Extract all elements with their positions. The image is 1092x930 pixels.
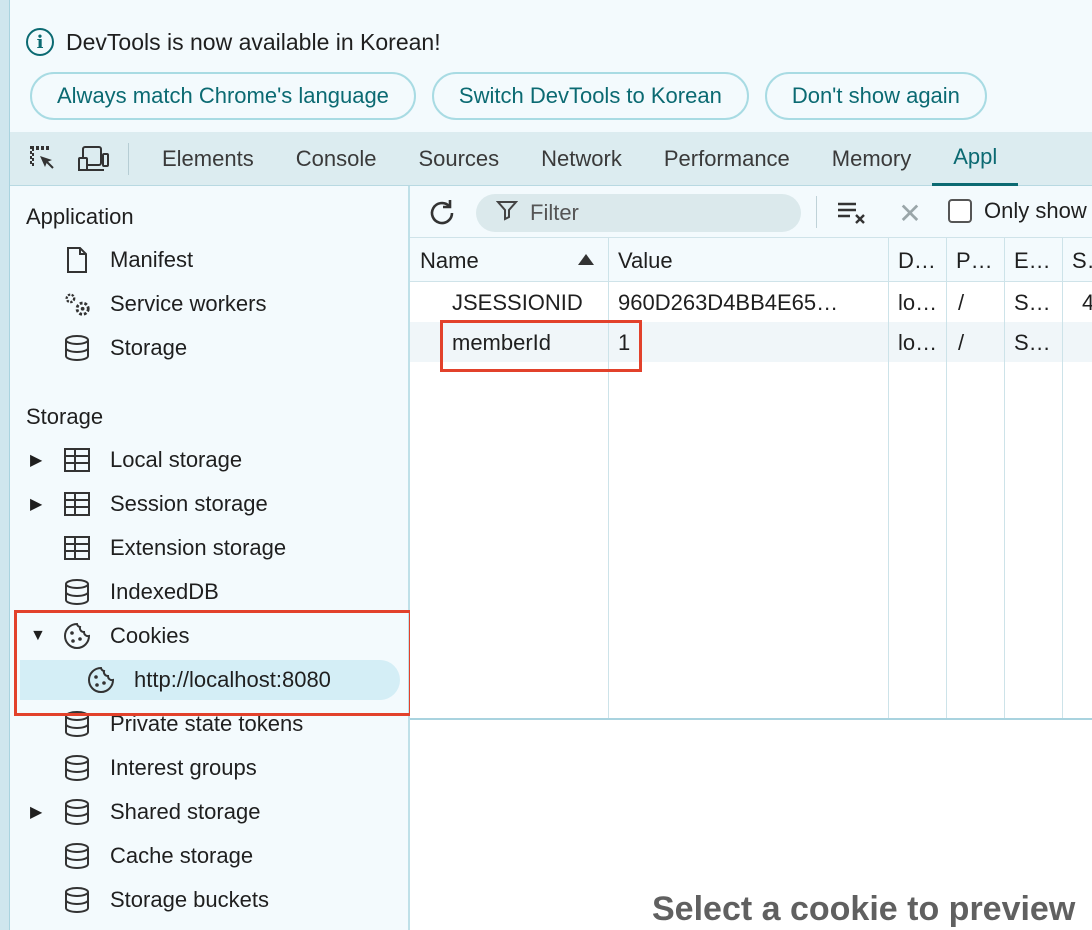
sort-ascending-icon [578, 254, 594, 265]
tab-sources[interactable]: Sources [397, 132, 520, 186]
tab-elements[interactable]: Elements [141, 132, 275, 186]
cookie-icon [86, 665, 116, 695]
column-divider[interactable] [1062, 238, 1063, 718]
switch-to-korean-button[interactable]: Switch DevTools to Korean [431, 72, 749, 120]
table-row[interactable]: memberId 1 lo… / S… [410, 322, 1092, 362]
sidebar-item-service-workers[interactable]: Service workers [10, 282, 406, 326]
delete-selected-icon[interactable]: ✕ [892, 195, 928, 231]
cell-size: 4 [1082, 290, 1092, 315]
column-header-name[interactable]: Name [420, 248, 479, 274]
filter-placeholder: Filter [530, 200, 579, 225]
column-header-path[interactable]: P… [956, 248, 993, 274]
column-header-size[interactable]: S… [1072, 248, 1092, 274]
only-show-checkbox[interactable] [948, 199, 972, 223]
info-icon: i [26, 28, 54, 56]
cell-domain: lo… [898, 330, 938, 355]
language-infobar: i DevTools is now available in Korean! A… [10, 0, 1092, 132]
column-divider[interactable] [1004, 238, 1005, 718]
sidebar-item-cookies[interactable]: ▼ Cookies [10, 614, 406, 658]
database-icon [62, 797, 92, 827]
sidebar-item-interest-groups[interactable]: Interest groups [10, 746, 406, 790]
database-icon [62, 885, 92, 915]
sidebar-item-indexeddb[interactable]: IndexedDB [10, 570, 406, 614]
sidebar-item-cache-storage[interactable]: Cache storage [10, 834, 406, 878]
application-sidebar: Application Manifest Service workers Sto… [10, 186, 410, 930]
collapse-arrow-icon[interactable]: ▼ [30, 627, 46, 645]
tab-memory[interactable]: Memory [811, 132, 932, 186]
cell-path: / [958, 330, 965, 355]
tab-performance[interactable]: Performance [643, 132, 811, 186]
tab-application[interactable]: Appl [932, 132, 1019, 186]
only-show-issues-toggle[interactable]: Only show [948, 198, 1087, 224]
cell-name: JSESSIONID [452, 290, 583, 315]
sidebar-item-cookie-origin[interactable]: http://localhost:8080 [10, 658, 406, 702]
sidebar-item-extension-storage[interactable]: Extension storage [10, 526, 406, 570]
toolbar-separator [816, 196, 817, 228]
table-icon [62, 489, 92, 519]
clear-all-cookies-icon[interactable] [834, 195, 870, 231]
match-chrome-language-button[interactable]: Always match Chrome's language [30, 72, 416, 120]
tabbar-separator [128, 142, 129, 175]
column-header-value[interactable]: Value [618, 248, 673, 274]
devtools-tabbar: Elements Console Sources Network Perform… [10, 132, 1092, 186]
tab-console[interactable]: Console [275, 132, 398, 186]
sidebar-item-storage-overview[interactable]: Storage [10, 326, 406, 370]
column-divider[interactable] [608, 238, 609, 718]
infobar-buttons: Always match Chrome's language Switch De… [30, 72, 987, 120]
table-icon [62, 533, 92, 563]
tab-network[interactable]: Network [520, 132, 643, 186]
column-header-expires[interactable]: E… [1014, 248, 1051, 274]
cookie-preview-pane: Select a cookie to preview [410, 720, 1092, 930]
database-icon [62, 577, 92, 607]
cell-path: / [958, 290, 965, 315]
sidebar-item-session-storage[interactable]: ▶ Session storage [10, 482, 406, 526]
cell-expires: S… [1014, 290, 1051, 315]
refresh-icon[interactable] [424, 195, 460, 231]
sidebar-item-local-storage[interactable]: ▶ Local storage [10, 438, 406, 482]
table-icon [62, 445, 92, 475]
cookies-toolbar: Filter ✕ Only show [410, 186, 1092, 238]
cell-domain: lo… [898, 290, 938, 315]
infobar-message-row: i DevTools is now available in Korean! [26, 28, 441, 56]
preview-placeholder-text: Select a cookie to preview [652, 890, 1076, 928]
expand-arrow-icon[interactable]: ▶ [30, 494, 44, 514]
database-icon [62, 753, 92, 783]
database-icon [62, 841, 92, 871]
column-divider[interactable] [946, 238, 947, 718]
cell-value: 960D263D4BB4E65… [618, 290, 839, 315]
filter-icon [495, 199, 519, 227]
cell-value: 1 [618, 330, 631, 355]
cookie-table-header: Name Value D… P… E… S… [410, 238, 1092, 282]
sidebar-item-manifest[interactable]: Manifest [10, 238, 406, 282]
only-show-label: Only show [984, 198, 1087, 223]
cookies-panel: Filter ✕ Only show Name Value D… P… E… S… [410, 186, 1092, 930]
sidebar-item-private-state-tokens[interactable]: Private state tokens [10, 702, 406, 746]
cell-name: memberId [452, 330, 552, 355]
table-row[interactable]: JSESSIONID 960D263D4BB4E65… lo… / S… 4 [410, 282, 1092, 322]
section-application-title: Application [26, 204, 134, 229]
sidebar-item-storage-buckets[interactable]: Storage buckets [10, 878, 406, 922]
device-toolbar-icon[interactable] [76, 142, 110, 176]
cookie-icon [62, 621, 92, 651]
column-divider[interactable] [888, 238, 889, 718]
document-icon [62, 245, 92, 275]
gears-icon [62, 289, 92, 319]
cookie-table: Name Value D… P… E… S… JSESSIONID 960D26… [410, 238, 1092, 720]
database-icon [62, 333, 92, 363]
inspect-element-icon[interactable] [26, 142, 60, 176]
dont-show-again-button[interactable]: Don't show again [764, 72, 987, 120]
filter-input[interactable]: Filter [476, 194, 801, 232]
column-header-domain[interactable]: D… [898, 248, 936, 274]
database-icon [62, 709, 92, 739]
left-edge [0, 0, 10, 930]
section-storage-title: Storage [26, 404, 104, 429]
sidebar-item-shared-storage[interactable]: ▶ Shared storage [10, 790, 406, 834]
expand-arrow-icon[interactable]: ▶ [30, 450, 44, 470]
infobar-message: DevTools is now available in Korean! [66, 28, 441, 55]
expand-arrow-icon[interactable]: ▶ [30, 802, 44, 822]
cell-expires: S… [1014, 330, 1051, 355]
